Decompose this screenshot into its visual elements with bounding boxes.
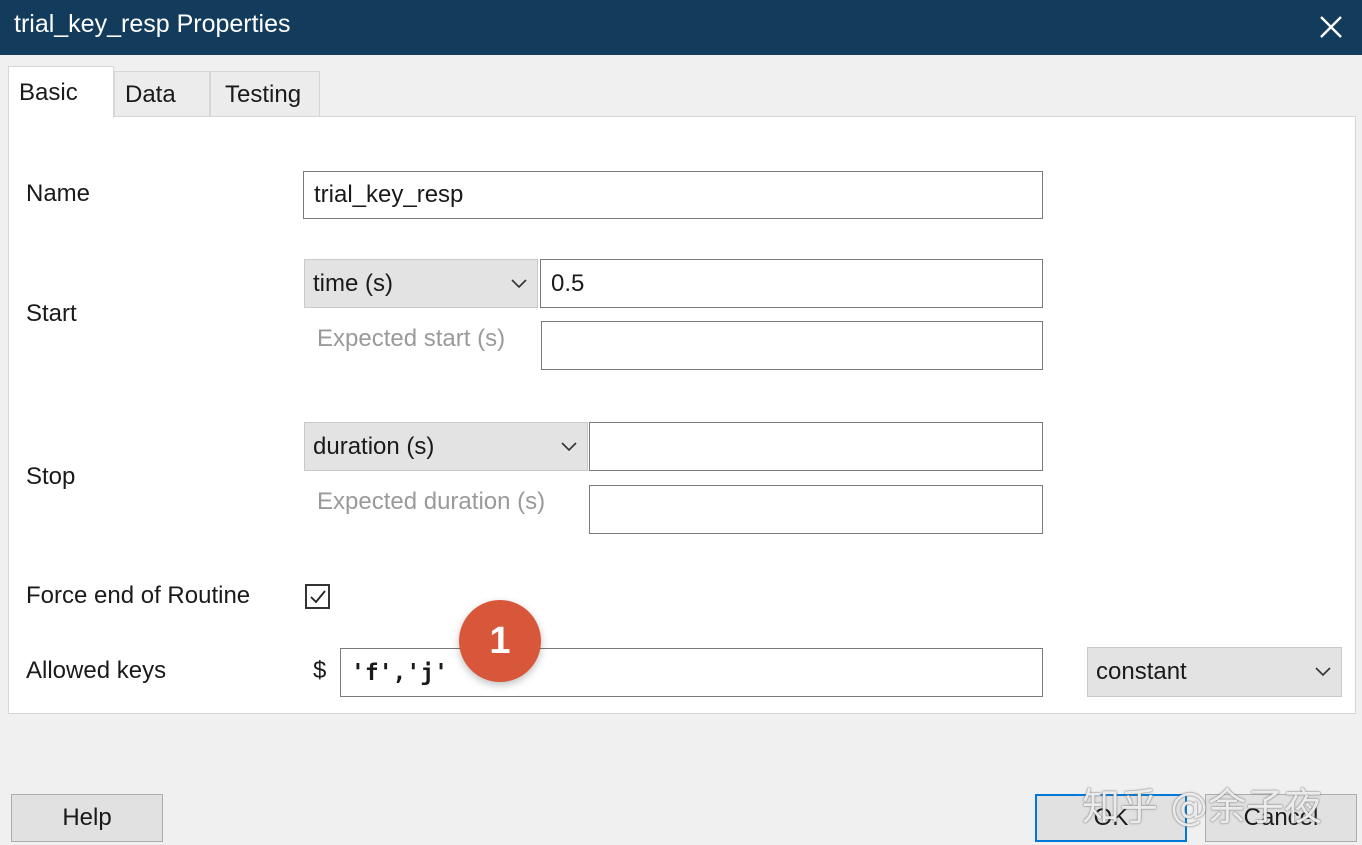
stop-label: Stop [26, 463, 76, 490]
chevron-down-icon [1315, 667, 1331, 677]
expected-start-input[interactable] [541, 321, 1043, 370]
window-title: trial_key_resp Properties [14, 10, 291, 38]
start-type-value: time (s) [313, 269, 393, 297]
tab-testing[interactable]: Testing [210, 71, 320, 117]
chevron-down-icon [561, 441, 577, 451]
checkmark-icon [310, 590, 326, 604]
expected-duration-label: Expected duration (s) [317, 488, 546, 515]
start-value-input[interactable]: 0.5 [540, 259, 1043, 308]
name-label: Name [26, 180, 91, 207]
stop-value-input[interactable] [589, 422, 1043, 471]
close-icon[interactable] [1308, 4, 1354, 50]
force-end-label: Force end of Routine [26, 582, 251, 609]
allowed-keys-label: Allowed keys [26, 657, 167, 684]
tab-data[interactable]: Data [114, 71, 210, 117]
watermark: 知乎 @余子夜 [1082, 785, 1323, 829]
tab-data-label: Data [125, 80, 176, 108]
allowed-keys-update-value: constant [1096, 658, 1187, 685]
chevron-down-icon [511, 278, 527, 288]
stop-type-select[interactable]: duration (s) [304, 422, 588, 471]
annotation-badge: 1 [459, 600, 541, 682]
tab-basic-label: Basic [19, 78, 78, 106]
code-prefix-dollar: $ [313, 657, 327, 684]
stop-type-value: duration (s) [313, 432, 435, 460]
name-input[interactable]: trial_key_resp [303, 171, 1043, 219]
start-label: Start [26, 300, 77, 327]
expected-start-label: Expected start (s) [317, 325, 506, 352]
title-bar: trial_key_resp Properties [0, 0, 1362, 55]
start-type-select[interactable]: time (s) [304, 259, 538, 308]
tab-testing-label: Testing [225, 80, 302, 108]
tab-basic[interactable]: Basic [8, 66, 114, 118]
help-button[interactable]: Help [11, 794, 163, 842]
allowed-keys-input[interactable]: 'f','j' [340, 648, 1043, 697]
allowed-keys-update-select[interactable]: constant [1087, 647, 1342, 697]
force-end-checkbox[interactable] [305, 584, 330, 609]
expected-duration-input[interactable] [589, 485, 1043, 534]
